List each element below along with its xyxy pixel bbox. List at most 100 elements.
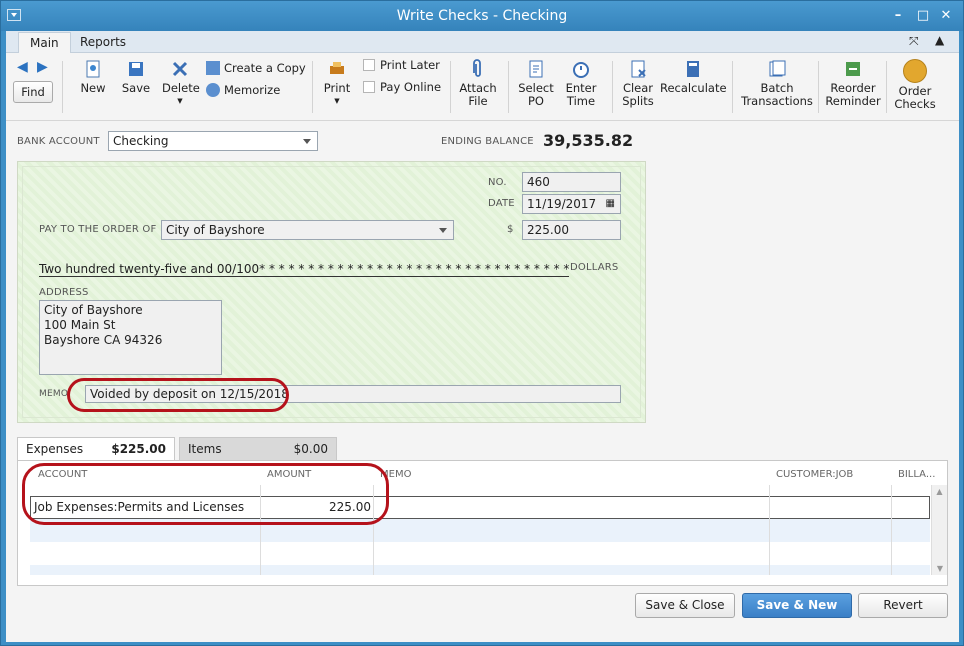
items-tab-label: Items: [188, 442, 222, 456]
ribbon-toolbar: ◀ ▶ Find New Save Delete ▼ Create a Copy…: [6, 53, 959, 121]
window-content: Main Reports ⤧ ▲ ◀ ▶ Find New Save Delet…: [6, 31, 959, 642]
enter-time-button[interactable]: Enter Time: [562, 59, 600, 108]
order-checks-label-2: Checks: [894, 97, 936, 111]
save-close-button[interactable]: Save & Close: [635, 593, 735, 618]
batch-label-1: Batch: [760, 81, 794, 95]
pay-online-checkbox[interactable]: Pay Online: [363, 81, 453, 94]
amount-field[interactable]: 225.00: [522, 220, 621, 240]
check-form: NO. 460 DATE 11/19/2017 ▦ PAY TO THE ORDE…: [17, 161, 646, 423]
reorder-label-1: Reorder: [830, 81, 876, 95]
date-field[interactable]: 11/19/2017 ▦: [522, 194, 621, 214]
expenses-tab-label: Expenses: [26, 442, 84, 456]
bank-account-select[interactable]: Checking: [108, 131, 318, 151]
table-row[interactable]: Job Expenses:Permits and Licenses 225.00: [30, 496, 930, 519]
clear-splits-label-2: Splits: [622, 94, 654, 108]
revert-button[interactable]: Revert: [858, 593, 948, 618]
new-button[interactable]: New: [76, 59, 110, 95]
calculator-icon: [687, 61, 699, 77]
new-document-icon: [86, 60, 100, 78]
tab-reports[interactable]: Reports: [69, 32, 137, 53]
expand-icon[interactable]: ⤧: [909, 34, 919, 49]
batch-transactions-button[interactable]: Batch Transactions: [740, 59, 814, 108]
chevron-down-icon: [303, 139, 311, 144]
select-po-button[interactable]: Select PO: [516, 59, 556, 108]
tab-items[interactable]: Items $0.00: [179, 437, 337, 460]
pay-online-label: Pay Online: [380, 80, 442, 94]
payee-value: City of Bayshore: [166, 223, 265, 237]
clear-splits-icon: [631, 60, 646, 78]
find-button[interactable]: Find: [13, 81, 53, 103]
expenses-tab-amount: $225.00: [111, 442, 166, 456]
account-cell[interactable]: Job Expenses:Permits and Licenses: [34, 500, 244, 514]
attach-label-2: File: [468, 94, 488, 108]
amount-cell[interactable]: 225.00: [261, 500, 371, 514]
payee-select[interactable]: City of Bayshore: [161, 220, 454, 240]
check-number-field[interactable]: 460: [522, 172, 621, 192]
memorize-button[interactable]: Memorize: [206, 83, 306, 97]
memorize-label: Memorize: [224, 83, 281, 97]
enter-time-label-1: Enter: [565, 81, 597, 95]
new-label: New: [80, 81, 106, 95]
address-label: ADDRESS: [39, 287, 89, 298]
clear-splits-button[interactable]: Clear Splits: [618, 59, 658, 108]
next-arrow-icon[interactable]: ▶: [37, 59, 48, 75]
column-header-amount[interactable]: AMOUNT: [267, 461, 311, 485]
date-value: 11/19/2017: [527, 197, 597, 211]
minimize-icon[interactable]: –: [889, 7, 907, 25]
stopwatch-icon: [573, 62, 589, 78]
save-button[interactable]: Save: [118, 59, 154, 95]
maximize-icon[interactable]: □: [914, 7, 932, 25]
address-line-3: Bayshore CA 94326: [44, 333, 163, 347]
column-header-billable[interactable]: BILLA...: [898, 461, 935, 485]
reorder-reminder-button[interactable]: Reorder Reminder: [824, 59, 882, 108]
scroll-up-icon[interactable]: ▲: [932, 487, 947, 496]
order-checks-button[interactable]: Order Checks: [892, 59, 938, 111]
dollar-sign: $: [507, 224, 514, 235]
close-icon[interactable]: ✕: [937, 7, 955, 25]
print-later-label: Print Later: [380, 58, 440, 72]
calendar-icon[interactable]: ▦: [606, 198, 615, 209]
save-disk-icon: [129, 62, 143, 76]
column-header-memo[interactable]: MEMO: [380, 461, 411, 485]
reorder-reminder-icon: [846, 62, 860, 76]
create-copy-button[interactable]: Create a Copy: [206, 61, 306, 75]
clear-splits-label-1: Clear: [622, 81, 654, 95]
enter-time-label-2: Time: [566, 94, 596, 108]
table-row[interactable]: [30, 519, 930, 542]
scroll-down-icon[interactable]: ▼: [932, 564, 948, 573]
recalculate-button[interactable]: Recalculate: [660, 59, 727, 95]
tab-expenses[interactable]: Expenses $225.00: [17, 437, 175, 460]
print-later-checkbox[interactable]: Print Later: [363, 59, 453, 72]
ending-balance-label: ENDING BALANCE: [441, 136, 534, 147]
select-po-label-1: Select: [518, 81, 554, 95]
column-header-account[interactable]: ACCOUNT: [38, 461, 87, 485]
date-label: DATE: [488, 198, 515, 209]
collapse-ribbon-icon[interactable]: ▲: [935, 33, 944, 47]
window-title: Write Checks - Checking: [396, 8, 568, 24]
bank-account-label: BANK ACCOUNT: [17, 136, 100, 147]
ribbon-tabs: Main Reports ⤧ ▲: [6, 31, 959, 53]
address-line-1: City of Bayshore: [44, 303, 143, 317]
memo-field[interactable]: Voided by deposit on 12/15/2018: [85, 385, 621, 403]
print-button[interactable]: Print ▼: [322, 59, 352, 108]
order-checks-label-1: Order: [898, 84, 932, 98]
previous-arrow-icon[interactable]: ◀: [17, 59, 28, 75]
tab-main[interactable]: Main: [18, 32, 71, 53]
print-label: Print: [323, 81, 351, 95]
address-field[interactable]: City of Bayshore 100 Main St Bayshore CA…: [39, 300, 222, 375]
delete-label: Delete: [162, 81, 200, 95]
address-line-2: 100 Main St: [44, 318, 116, 332]
vertical-scrollbar[interactable]: ▲ ▼: [931, 485, 947, 575]
attach-file-button[interactable]: Attach File: [458, 59, 498, 108]
delete-button[interactable]: Delete ▼: [162, 59, 200, 108]
order-checks-icon: [903, 59, 927, 83]
save-new-button[interactable]: Save & New: [742, 593, 852, 618]
write-checks-window: Write Checks - Checking – □ ✕ Main Repor…: [0, 0, 964, 646]
chevron-down-icon: [439, 228, 447, 233]
amount-in-words: Two hundred twenty-five and 00/100* * * …: [39, 262, 569, 277]
title-bar: Write Checks - Checking – □ ✕: [1, 1, 963, 31]
table-row[interactable]: [30, 565, 930, 575]
save-label: Save: [121, 81, 151, 95]
column-header-customer-job[interactable]: CUSTOMER:JOB: [776, 461, 853, 485]
dollars-label: DOLLARS: [570, 262, 619, 273]
